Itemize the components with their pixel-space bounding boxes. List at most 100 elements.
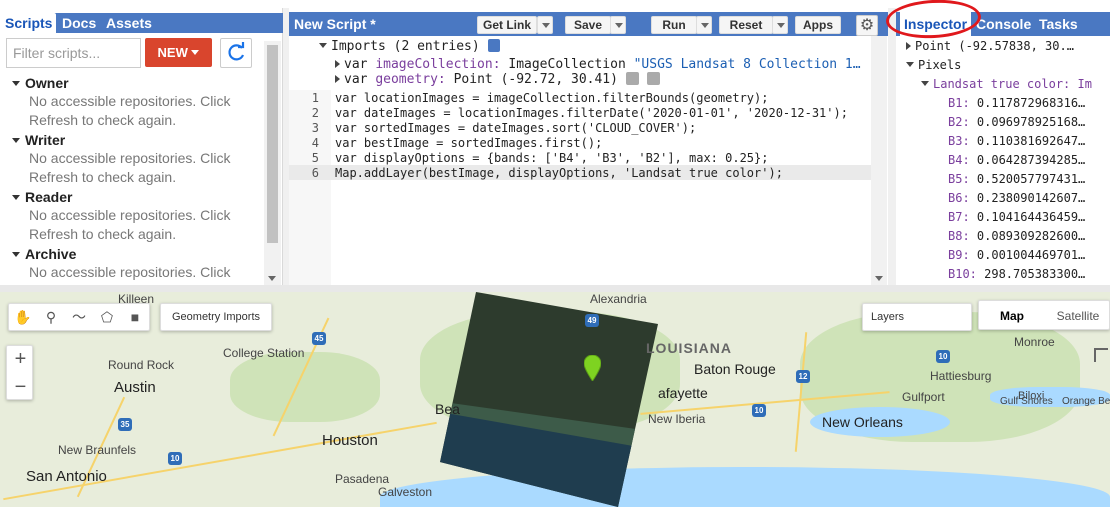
group-message: No accessible repositories. Click Refres…: [29, 207, 231, 242]
tab-docs[interactable]: Docs: [57, 13, 101, 33]
gear-icon[interactable]: [625, 72, 639, 85]
band-name: B10:: [948, 267, 977, 281]
zoom-in-button[interactable]: +: [7, 346, 34, 373]
inspector-band-row: B9: 0.001004469701…: [948, 248, 1085, 262]
band-value: 0.001004469701…: [969, 248, 1086, 262]
band-name: B3:: [948, 134, 970, 148]
group-reader[interactable]: Reader: [12, 189, 72, 205]
inspector-band-row: B3: 0.110381692647…: [948, 134, 1085, 148]
band-name: B1:: [948, 96, 970, 110]
save-dropdown[interactable]: [610, 16, 626, 34]
get-link-dropdown[interactable]: [537, 16, 553, 34]
map-marker-icon[interactable]: [584, 355, 601, 381]
target-icon[interactable]: [646, 72, 660, 85]
tab-scripts[interactable]: Scripts: [0, 13, 56, 33]
band-value: 0.104164436459…: [969, 210, 1086, 224]
script-tree: Owner No accessible repositories. Click …: [0, 72, 264, 282]
map-label-galveston: Galveston: [378, 485, 433, 499]
map-label-baton-rouge: Baton Rouge: [694, 361, 776, 377]
band-value: 298.705383300…: [976, 267, 1086, 281]
add-marker-icon[interactable]: ⚲: [37, 304, 65, 331]
refresh-button[interactable]: [220, 38, 252, 68]
scroll-down-icon[interactable]: [268, 276, 276, 281]
settings-gear-icon[interactable]: ⚙: [856, 15, 878, 36]
reset-button[interactable]: Reset: [719, 16, 773, 34]
apps-button[interactable]: Apps: [795, 16, 841, 34]
inspector-band-row: B1: 0.117872968316…: [948, 96, 1085, 110]
code-editor-panel: New Script * Get Link Save Run Reset App…: [289, 8, 888, 285]
scripts-scrollbar[interactable]: [264, 41, 281, 285]
script-title: New Script *: [294, 16, 376, 32]
draw-rectangle-icon[interactable]: ■: [121, 304, 149, 331]
code-area[interactable]: 1 2 3 4 5 6 var locationImages = imageCo…: [289, 90, 871, 285]
band-name: B5:: [948, 172, 970, 186]
editor-scrollbar[interactable]: [871, 36, 887, 285]
inspector-pixels-label: Pixels: [918, 58, 962, 72]
map-view[interactable]: Killeen Alexandria Round Rock College St…: [0, 292, 1110, 507]
panel-resize-handle[interactable]: [888, 8, 896, 285]
import-value: "USGS Landsat 8 Collection 1…: [633, 57, 861, 72]
group-message: No accessible repositories. Click Refres…: [29, 93, 231, 128]
imports-header[interactable]: Imports (2 entries): [319, 39, 500, 54]
reset-dropdown[interactable]: [772, 16, 788, 34]
save-button[interactable]: Save: [565, 16, 611, 34]
map-label-new-iberia: New Iberia: [648, 412, 706, 426]
map-resize-handle[interactable]: [0, 285, 1110, 292]
group-writer[interactable]: Writer: [12, 132, 65, 148]
map-label-monroe: Monroe: [1014, 335, 1055, 349]
zoom-out-button[interactable]: −: [7, 374, 34, 401]
inspector-band-row: B2: 0.096978925168…: [948, 115, 1085, 129]
band-value: 0.096978925168…: [969, 115, 1086, 129]
scroll-down-icon[interactable]: [875, 276, 883, 281]
fullscreen-icon[interactable]: [1094, 348, 1108, 362]
import-entry-imagecollection[interactable]: var imageCollection: ImageCollection "US…: [335, 57, 861, 72]
hand-pan-icon[interactable]: ✋: [9, 304, 37, 331]
filter-scripts-input[interactable]: Filter scripts...: [6, 38, 141, 68]
line-number: 2: [311, 106, 319, 120]
get-link-button[interactable]: Get Link: [477, 16, 537, 34]
group-label: Reader: [25, 189, 73, 205]
layers-button[interactable]: Layers: [862, 303, 972, 331]
new-button[interactable]: NEW: [145, 38, 212, 67]
import-entry-geometry[interactable]: var geometry: Point (-92.72, 30.41): [335, 72, 660, 87]
run-button[interactable]: Run: [651, 16, 697, 34]
interstate-shield-icon: 12: [796, 370, 810, 383]
map-label-gulf-shores: Gulf Shores: [1000, 396, 1053, 407]
left-tab-bar: Scripts Docs Assets: [0, 13, 283, 33]
group-label: Owner: [25, 75, 69, 91]
inspector-band-row: B7: 0.104164436459…: [948, 210, 1085, 224]
draw-polygon-icon[interactable]: ⬠: [93, 304, 121, 331]
code-line: var displayOptions = {bands: ['B4', 'B3'…: [335, 151, 769, 165]
interstate-shield-icon: 10: [168, 452, 182, 465]
group-message: No accessible repositories. Click Refres…: [29, 150, 231, 185]
inspector-band-row: B10: 298.705383300…: [948, 267, 1085, 281]
tab-console[interactable]: Console: [972, 12, 1035, 36]
run-dropdown[interactable]: [696, 16, 712, 34]
geometry-imports-button[interactable]: Geometry Imports: [160, 303, 272, 331]
map-label-round-rock: Round Rock: [108, 358, 175, 372]
interstate-shield-icon: 10: [752, 404, 766, 417]
map-label-houston: Houston: [322, 432, 378, 449]
group-owner[interactable]: Owner: [12, 75, 69, 91]
tab-assets[interactable]: Assets: [101, 13, 157, 33]
inspector-point-row[interactable]: Point (-92.57838, 30.…: [906, 39, 1074, 53]
inspector-layer-row[interactable]: Landsat true color: Im: [921, 77, 1092, 91]
tab-tasks[interactable]: Tasks: [1035, 12, 1082, 36]
import-value: (-92.72, 30.41): [500, 72, 618, 87]
map-type-satellite-button[interactable]: Satellite: [1045, 301, 1110, 331]
map-type-map-button[interactable]: Map: [979, 301, 1045, 331]
forest-region: [230, 352, 380, 422]
group-label: Archive: [25, 246, 77, 262]
group-archive[interactable]: Archive: [12, 246, 76, 262]
inspector-band-row: B4: 0.064287394285…: [948, 153, 1085, 167]
band-name: B2:: [948, 115, 970, 129]
inspector-pixels-row[interactable]: Pixels: [906, 58, 961, 72]
draw-line-icon[interactable]: 〜: [65, 304, 93, 331]
interstate-shield-icon: 45: [312, 332, 326, 345]
scrollbar-thumb[interactable]: [267, 45, 278, 243]
band-value: 0.520057797431…: [969, 172, 1086, 186]
doc-icon[interactable]: [487, 39, 500, 52]
interstate-shield-icon: 10: [936, 350, 950, 363]
expand-triangle-icon: [906, 42, 911, 50]
line-number: 3: [311, 121, 319, 135]
